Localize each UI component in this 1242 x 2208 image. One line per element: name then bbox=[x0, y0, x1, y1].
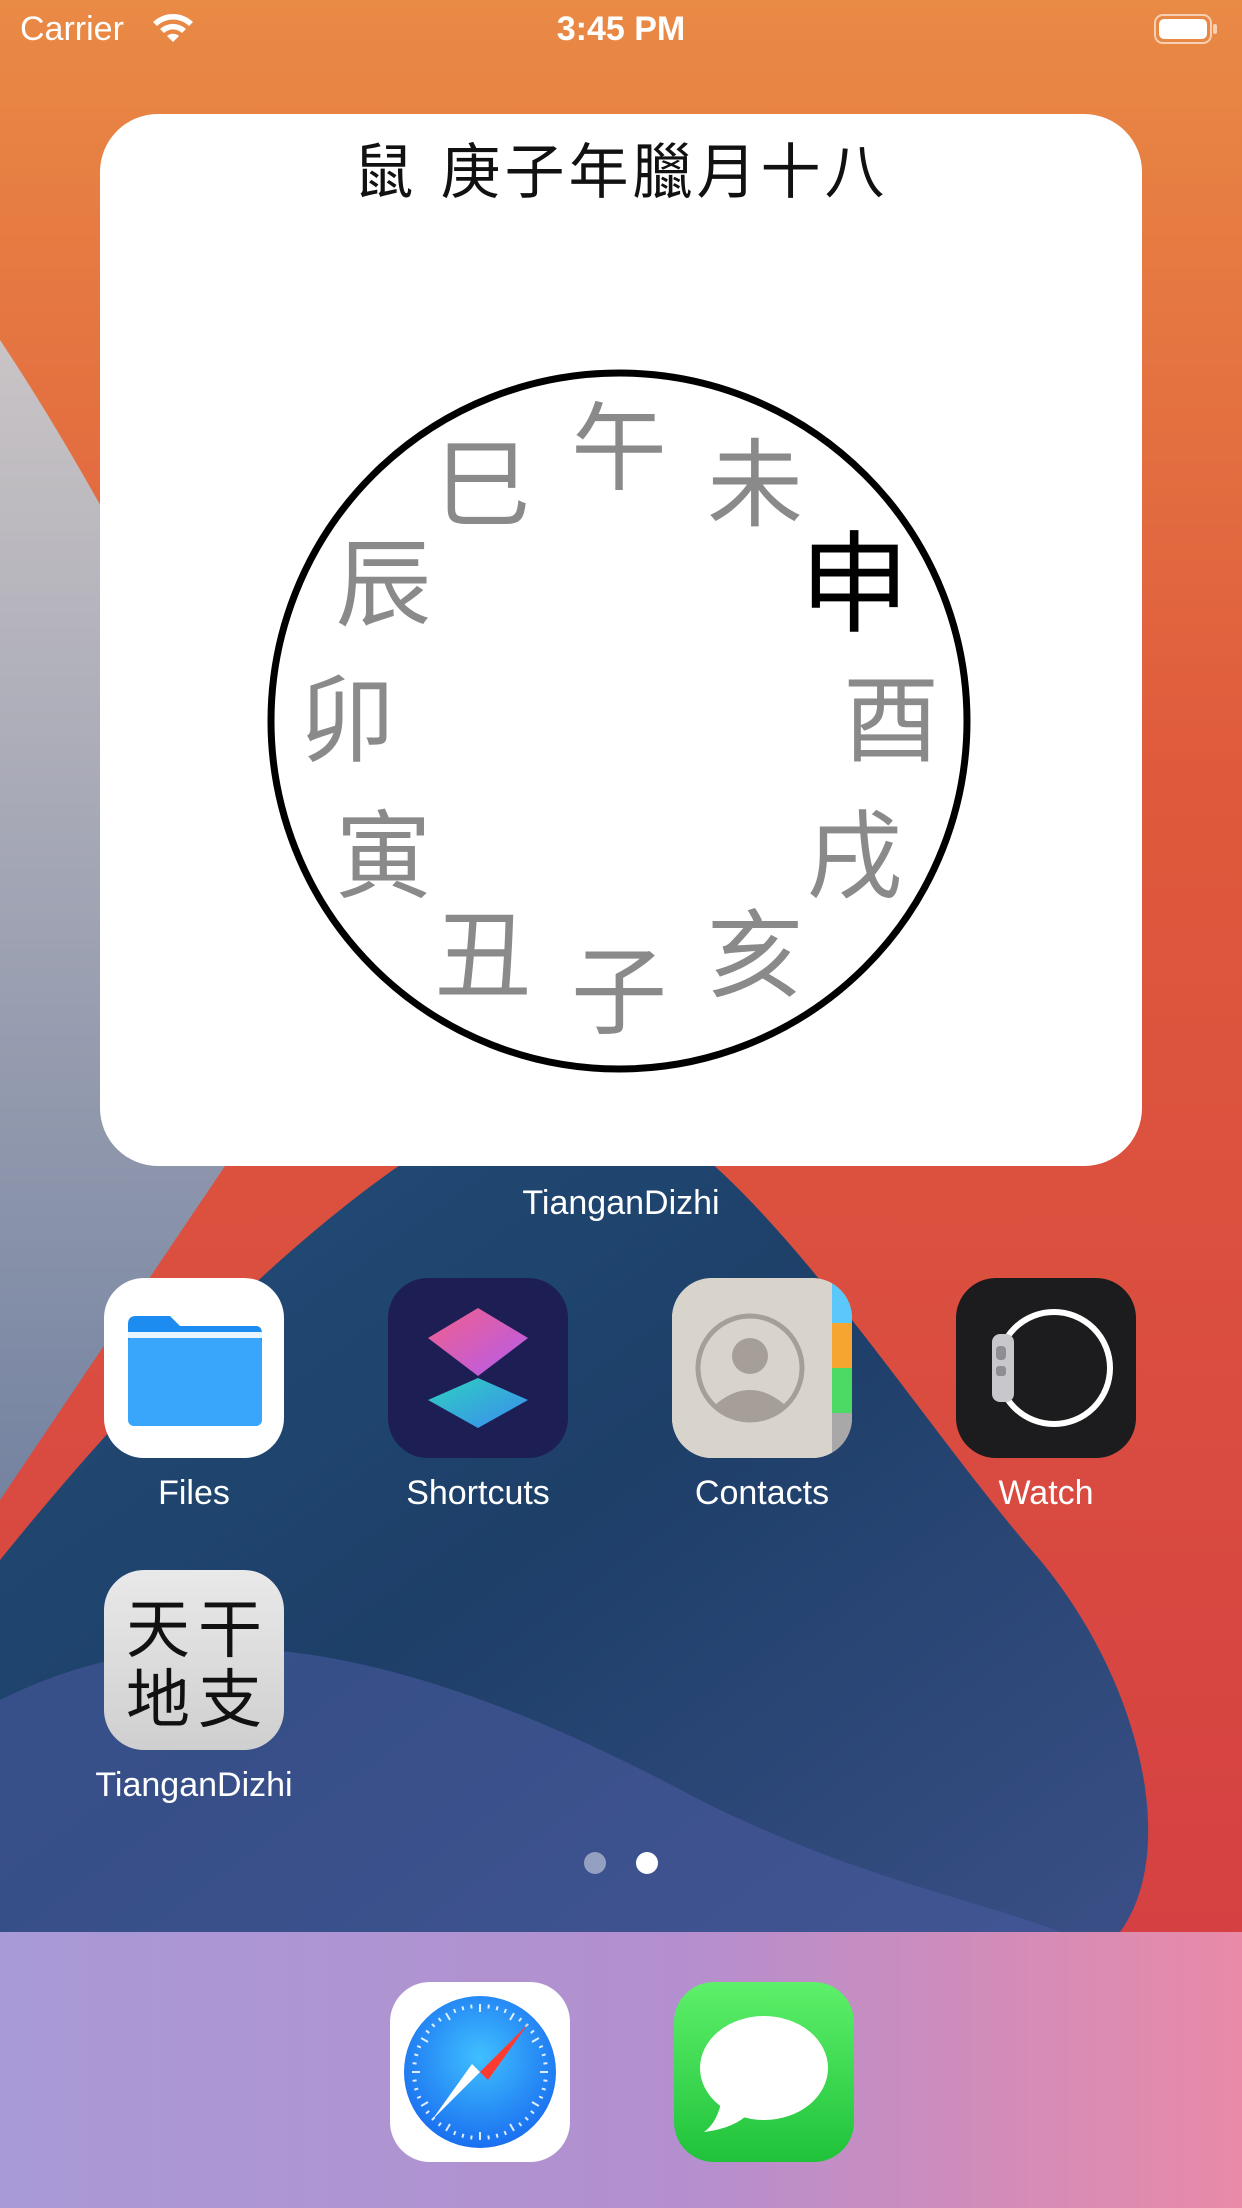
branch-char: 子 bbox=[571, 937, 667, 1049]
tiangandizhi-widget[interactable]: 鼠 庚子年臘月十八 午未申酉戌亥子丑寅卯辰巳 bbox=[100, 114, 1142, 1166]
branch-char: 未 bbox=[707, 429, 803, 541]
app-tiangandizhi[interactable]: 天 干 地 支 TianganDizhi bbox=[74, 1570, 314, 1805]
branch-char: 丑 bbox=[435, 901, 531, 1013]
branch-char: 午 bbox=[571, 393, 667, 505]
battery-icon bbox=[1154, 14, 1217, 44]
branch-char: 巳 bbox=[435, 429, 531, 541]
icon-char: 天 bbox=[126, 1594, 190, 1668]
branch-char: 亥 bbox=[707, 901, 803, 1013]
contacts-icon bbox=[672, 1278, 852, 1458]
branch-char: 寅 bbox=[335, 801, 431, 913]
status-time: 3:45 PM bbox=[556, 10, 686, 48]
app-files[interactable]: Files bbox=[74, 1278, 314, 1513]
status-bar: Carrier 3:45 PM bbox=[0, 0, 1242, 62]
shortcuts-icon bbox=[388, 1278, 568, 1458]
page-dot-1[interactable] bbox=[584, 1852, 606, 1874]
files-icon bbox=[104, 1278, 284, 1458]
app-contacts[interactable]: Contacts bbox=[642, 1278, 882, 1513]
branch-char: 戌 bbox=[807, 801, 903, 913]
messages-icon[interactable] bbox=[674, 1982, 854, 2162]
page-indicator[interactable] bbox=[0, 1852, 1242, 1876]
app-shortcuts[interactable]: Shortcuts bbox=[358, 1278, 598, 1513]
branch-char: 辰 bbox=[335, 529, 431, 641]
branch-char: 申 bbox=[800, 521, 910, 649]
app-watch[interactable]: Watch bbox=[926, 1278, 1166, 1513]
app-label-shortcuts: Shortcuts bbox=[406, 1474, 550, 1512]
watch-icon bbox=[956, 1278, 1136, 1458]
icon-char: 支 bbox=[198, 1664, 262, 1738]
app-label-watch: Watch bbox=[998, 1474, 1094, 1512]
page-dot-2[interactable] bbox=[636, 1852, 658, 1874]
branch-char: 酉 bbox=[843, 665, 939, 777]
app-label-files: Files bbox=[158, 1474, 230, 1512]
dock bbox=[0, 1932, 1242, 2208]
app-label-contacts: Contacts bbox=[694, 1474, 830, 1512]
icon-char: 地 bbox=[126, 1664, 190, 1738]
safari-icon[interactable] bbox=[390, 1982, 570, 2162]
branch-char: 卯 bbox=[299, 665, 395, 777]
icon-char: 干 bbox=[198, 1594, 262, 1668]
widget-date-title: 鼠 庚子年臘月十八 bbox=[353, 138, 889, 208]
tiangandizhi-icon: 天 干 地 支 bbox=[104, 1570, 284, 1750]
widget-label: TianganDizhi bbox=[522, 1184, 720, 1222]
app-label-tiangandizhi: TianganDizhi bbox=[95, 1766, 293, 1804]
earthly-branches-dial: 午未申酉戌亥子丑寅卯辰巳 bbox=[267, 369, 971, 1073]
